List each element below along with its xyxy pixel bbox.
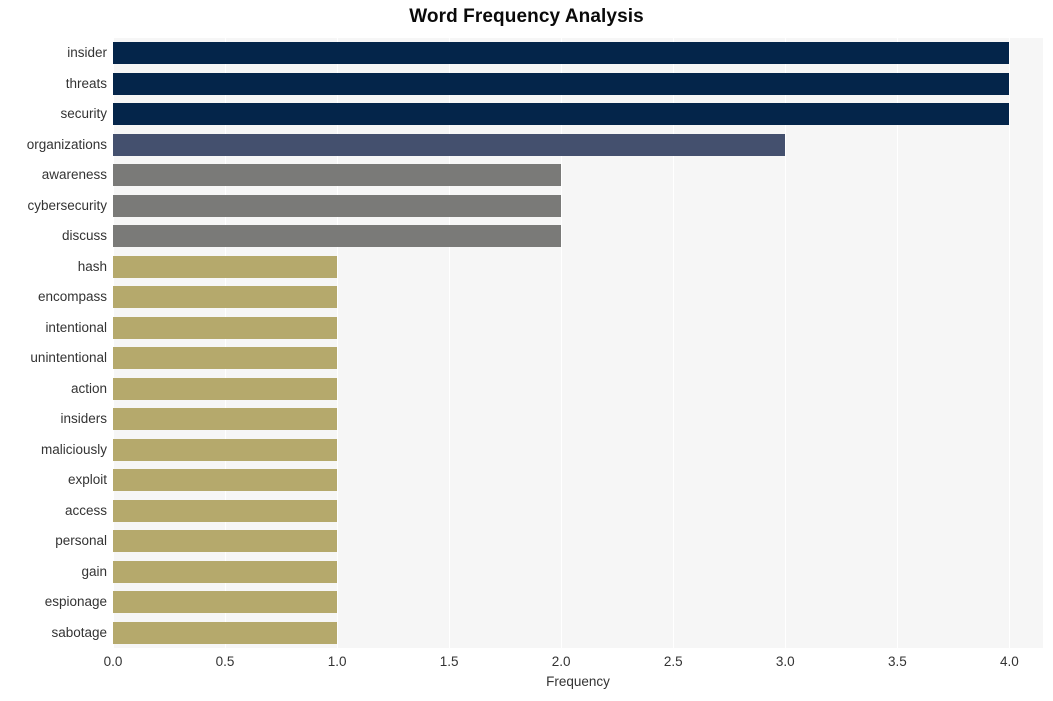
bar	[113, 42, 1010, 65]
y-tick-label: threats	[65, 75, 107, 91]
x-tick-label: 3.0	[775, 654, 795, 669]
bar	[113, 499, 338, 522]
bar	[113, 469, 338, 492]
y-tick-label: sabotage	[51, 624, 107, 640]
bar	[113, 438, 338, 461]
gridline-x-4.0	[1009, 38, 1011, 648]
y-tick-label: maliciously	[40, 441, 107, 457]
gridline-x-3.0	[785, 38, 787, 648]
gridline-x-1.5	[449, 38, 451, 648]
gridline-x-1.0	[337, 38, 339, 648]
bar	[113, 72, 1010, 95]
bar	[113, 621, 338, 644]
bar	[113, 286, 338, 309]
gridline-x-2.0	[561, 38, 563, 648]
bar	[113, 347, 338, 370]
x-tick-label: 1.5	[439, 654, 459, 669]
x-tick-label: 0.5	[215, 654, 235, 669]
y-axis-tick-labels: insider threats security organizations aware…	[0, 38, 107, 648]
x-tick-label: 3.5	[887, 654, 907, 669]
gridline-x-3.5	[897, 38, 899, 648]
bar	[113, 103, 1010, 126]
bar	[113, 560, 338, 583]
bar	[113, 408, 338, 431]
y-tick-label: hash	[77, 258, 107, 274]
y-tick-label: personal	[55, 533, 107, 549]
x-tick-label: 4.0	[999, 654, 1019, 669]
x-tick-label: 2.5	[663, 654, 683, 669]
y-tick-label: espionage	[44, 594, 107, 610]
word-frequency-chart-figure: Word Frequency Analysis insider threats se…	[0, 0, 1053, 701]
y-tick-label: unintentional	[30, 350, 107, 366]
y-tick-label: organizations	[26, 136, 107, 152]
x-tick-label: 2.0	[551, 654, 571, 669]
y-tick-label: awareness	[41, 167, 107, 183]
y-tick-label: cybersecurity	[27, 197, 107, 213]
y-tick-label: discuss	[61, 228, 107, 244]
gridline-x-2.5	[673, 38, 675, 648]
bar	[113, 255, 338, 278]
x-axis-label: Frequency	[546, 674, 610, 689]
bar	[113, 530, 338, 553]
plot-area	[113, 38, 1043, 648]
bar	[113, 377, 338, 400]
y-tick-label: gain	[81, 563, 107, 579]
x-tick-label: 1.0	[327, 654, 347, 669]
x-tick-label: 0.0	[103, 654, 123, 669]
gridline-x-0.0	[113, 38, 114, 648]
y-tick-label: security	[60, 106, 107, 122]
bar	[113, 316, 338, 339]
y-tick-label: intentional	[45, 319, 107, 335]
y-tick-label: insiders	[60, 411, 107, 427]
bar	[113, 591, 338, 614]
bar	[113, 164, 562, 187]
chart-title: Word Frequency Analysis	[409, 6, 644, 27]
y-tick-label: insider	[67, 45, 107, 61]
bar	[113, 133, 786, 156]
y-tick-label: action	[70, 380, 107, 396]
y-tick-label: access	[64, 502, 107, 518]
gridline-x-0.5	[225, 38, 227, 648]
bar	[113, 194, 562, 217]
y-tick-label: exploit	[67, 472, 107, 488]
bar	[113, 225, 562, 248]
y-tick-label: encompass	[37, 289, 107, 305]
